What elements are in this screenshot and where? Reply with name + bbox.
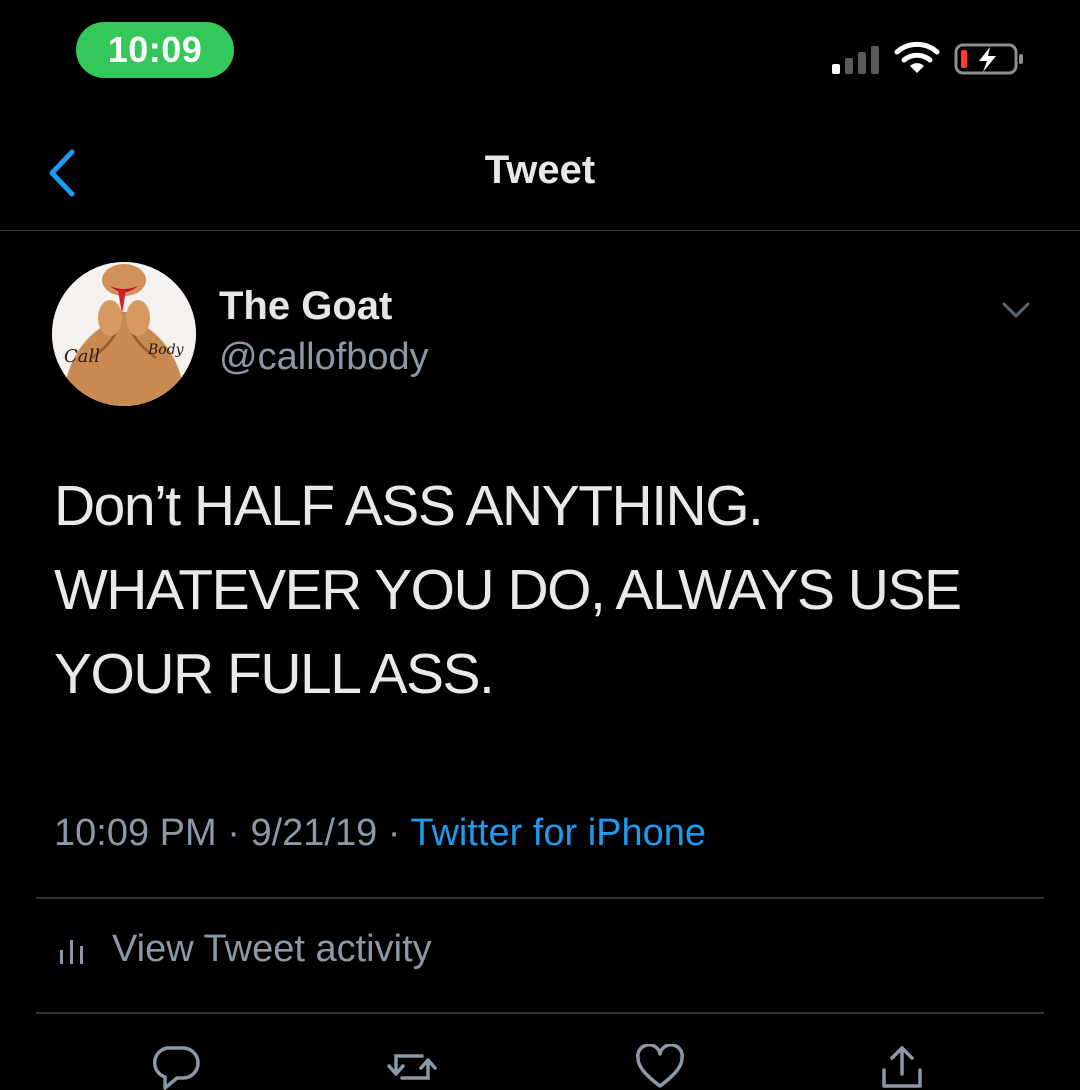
tweet-text: Don’t HALF ASS ANYTHING. WHATEVER YOU DO… bbox=[54, 474, 962, 706]
wifi-icon bbox=[894, 41, 940, 73]
tweet-meta: 10:09 PM · 9/21/19 · Twitter for iPhone bbox=[54, 812, 706, 855]
retweet-icon[interactable] bbox=[386, 1044, 438, 1090]
page-title: Tweet bbox=[484, 148, 596, 192]
battery-charging-icon bbox=[954, 43, 1023, 75]
avatar-illustration: Call Body bbox=[52, 262, 196, 406]
avatar[interactable]: Call Body bbox=[52, 262, 196, 406]
bar-chart-icon bbox=[60, 939, 83, 964]
tweet-date: 9/21/19 bbox=[250, 812, 378, 854]
like-icon[interactable] bbox=[634, 1044, 686, 1090]
status-bar: 10:09 bbox=[0, 0, 1080, 110]
author-handle[interactable]: @callofbody bbox=[219, 336, 429, 379]
share-icon[interactable] bbox=[876, 1044, 928, 1090]
reply-icon[interactable] bbox=[149, 1044, 201, 1090]
svg-text:Body: Body bbox=[147, 342, 185, 358]
status-time[interactable]: 10:09 bbox=[76, 22, 234, 78]
meta-separator: · bbox=[377, 812, 411, 854]
tweet-source-link[interactable]: Twitter for iPhone bbox=[410, 812, 706, 854]
signal-icon bbox=[832, 46, 879, 74]
meta-separator: · bbox=[216, 812, 251, 854]
chevron-down-icon[interactable] bbox=[1000, 298, 1032, 322]
divider bbox=[36, 897, 1044, 899]
nav-bar: Tweet bbox=[0, 120, 1080, 231]
svg-text:Call: Call bbox=[64, 346, 100, 367]
divider bbox=[36, 1012, 1044, 1014]
view-tweet-activity-link[interactable]: View Tweet activity bbox=[58, 928, 432, 971]
activity-label: View Tweet activity bbox=[112, 928, 432, 970]
author-display-name[interactable]: The Goat bbox=[219, 284, 392, 329]
tweet-time: 10:09 PM bbox=[54, 812, 217, 854]
